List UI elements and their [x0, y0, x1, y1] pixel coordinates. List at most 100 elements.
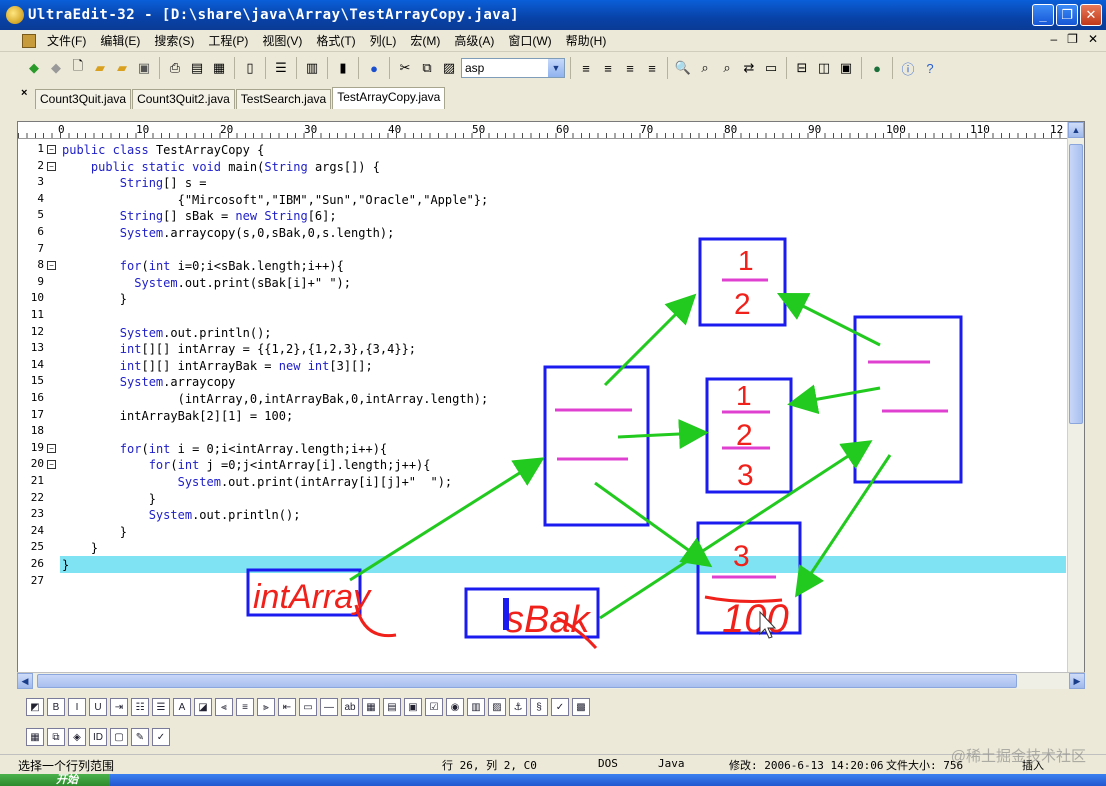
fold-toggle-icon[interactable]: − [47, 444, 56, 453]
save-icon[interactable]: ▣ [134, 58, 154, 78]
copy-format-icon[interactable]: ⧉ [47, 728, 65, 746]
mdi-minimize-button[interactable]: – [1050, 32, 1057, 46]
document-icon[interactable] [22, 33, 36, 48]
menu-help[interactable]: 帮助(H) [559, 32, 614, 49]
bullet-list-icon[interactable]: ☷ [131, 698, 149, 716]
find-in-files-icon[interactable]: ▭ [761, 58, 781, 78]
web-icon[interactable]: ● [867, 58, 887, 78]
preview-icon[interactable]: ▩ [572, 698, 590, 716]
align-right-icon[interactable]: ≡ [620, 58, 640, 78]
form-icon[interactable]: ▭ [299, 698, 317, 716]
textbox-icon[interactable]: ab [341, 698, 359, 716]
align-left-icon[interactable]: ≡ [576, 58, 596, 78]
checkbox-icon[interactable]: ☑ [425, 698, 443, 716]
editor-pane[interactable]: 0 10 20 30 40 50 60 70 80 90 100 110 12 … [17, 121, 1085, 689]
find-icon[interactable]: 🔍 [673, 58, 693, 78]
menu-file[interactable]: 文件(F) [40, 32, 93, 49]
outdent-icon[interactable]: ⇤ [278, 698, 296, 716]
menu-column[interactable]: 列(L) [363, 32, 404, 49]
split-vertical-icon[interactable]: ◫ [814, 58, 834, 78]
close-tab-icon[interactable]: × [21, 87, 27, 99]
fold-toggle-icon[interactable]: − [47, 162, 56, 171]
tab-testarraycopy[interactable]: TestArrayCopy.java [332, 87, 446, 109]
menu-window[interactable]: 窗口(W) [501, 32, 558, 49]
fold-toggle-icon[interactable]: − [47, 460, 56, 469]
column-mode-icon[interactable]: ◩ [26, 698, 44, 716]
info-icon[interactable]: ⓘ [898, 58, 918, 78]
new-file-icon[interactable]: 🗋 [68, 58, 88, 78]
vertical-scrollbar[interactable]: ▲ ▼ [1067, 122, 1084, 688]
help-icon[interactable]: ? [920, 58, 940, 78]
radio-icon[interactable]: ◉ [446, 698, 464, 716]
line-ending[interactable]: DOS [598, 757, 618, 773]
image-icon[interactable]: ▨ [488, 698, 506, 716]
copy-icon[interactable]: ⧉ [417, 58, 437, 78]
underline-icon[interactable]: U [89, 698, 107, 716]
justify-icon[interactable]: ≡ [642, 58, 662, 78]
id-icon[interactable]: ID [89, 728, 107, 746]
text-area-icon[interactable]: ▤ [383, 698, 401, 716]
mdi-close-button[interactable]: ✕ [1088, 32, 1098, 46]
align-left-icon[interactable]: ⫷ [215, 698, 233, 716]
grid-icon[interactable]: ▦ [26, 728, 44, 746]
align-center-icon[interactable]: ≡ [598, 58, 618, 78]
spell-check-icon[interactable]: ✓ [551, 698, 569, 716]
tab-count3quit2[interactable]: Count3Quit2.java [132, 89, 235, 109]
chevron-down-icon[interactable]: ▼ [548, 59, 564, 77]
restore-button[interactable]: ❐ [1056, 4, 1078, 26]
italic-icon[interactable]: I [68, 698, 86, 716]
special-char-icon[interactable]: § [530, 698, 548, 716]
page-setup-icon[interactable]: ▦ [209, 58, 229, 78]
validate-icon[interactable]: ✓ [152, 728, 170, 746]
menu-edit[interactable]: 编辑(E) [93, 32, 147, 49]
word-wrap-icon[interactable]: ☰ [271, 58, 291, 78]
align-center-icon[interactable]: ≡ [236, 698, 254, 716]
print-icon[interactable]: ⎙ [165, 58, 185, 78]
start-button[interactable]: 开始 [0, 774, 110, 786]
paste-icon[interactable]: ▨ [439, 58, 459, 78]
vertical-scroll-thumb[interactable] [1069, 144, 1083, 424]
list-box-icon[interactable]: ▥ [467, 698, 485, 716]
menu-format[interactable]: 格式(T) [309, 32, 362, 49]
split-horizontal-icon[interactable]: ⊟ [792, 58, 812, 78]
scroll-right-icon[interactable]: ▶ [1069, 673, 1085, 689]
book-icon[interactable]: ▮ [333, 58, 353, 78]
menu-advanced[interactable]: 高级(A) [447, 32, 501, 49]
line-number-gutter[interactable]: 1−2−3 4 5 6 7 8−9 10 11 12 13 14 15 16 17 18 19−20−21 22… [18, 140, 60, 688]
forward-icon[interactable]: ◆ [46, 58, 66, 78]
align-right-icon[interactable]: ⫸ [257, 698, 275, 716]
cut-icon[interactable]: ✂ [395, 58, 415, 78]
menu-project[interactable]: 工程(P) [201, 32, 255, 49]
anchor-icon[interactable]: ⚓ [509, 698, 527, 716]
replace-icon[interactable]: ⇄ [739, 58, 759, 78]
find-next-icon[interactable]: ⌕ [695, 58, 715, 78]
menu-search[interactable]: 搜索(S) [147, 32, 201, 49]
language-mode[interactable]: Java [658, 757, 685, 773]
hr-icon[interactable]: — [320, 698, 338, 716]
back-icon[interactable]: ◆ [24, 58, 44, 78]
tools-icon[interactable]: ✎ [131, 728, 149, 746]
numbered-list-icon[interactable]: ☰ [152, 698, 170, 716]
color-icon[interactable]: ◪ [194, 698, 212, 716]
hex-icon[interactable]: ▥ [302, 58, 322, 78]
horizontal-scroll-thumb[interactable] [37, 674, 1017, 688]
image-button-icon[interactable]: ▣ [404, 698, 422, 716]
tag-icon[interactable]: ◈ [68, 728, 86, 746]
menu-view[interactable]: 视图(V) [255, 32, 309, 49]
document-icon[interactable]: ▯ [240, 58, 260, 78]
globe-icon[interactable]: ● [364, 58, 384, 78]
open-icon[interactable]: ▰ [112, 58, 132, 78]
find-prev-icon[interactable]: ⌕ [717, 58, 737, 78]
print-preview-icon[interactable]: ▤ [187, 58, 207, 78]
syntax-select[interactable]: asp ▼ [461, 58, 565, 78]
minimize-button[interactable]: _ [1032, 4, 1054, 26]
fold-toggle-icon[interactable]: − [47, 145, 56, 154]
indent-icon[interactable]: ⇥ [110, 698, 128, 716]
scroll-up-icon[interactable]: ▲ [1068, 122, 1084, 138]
horizontal-scrollbar[interactable]: ◀ ▶ [17, 672, 1085, 689]
tab-testsearch[interactable]: TestSearch.java [235, 89, 332, 109]
mdi-restore-button[interactable]: ❐ [1067, 32, 1078, 46]
menu-macro[interactable]: 宏(M) [403, 32, 447, 49]
scroll-left-icon[interactable]: ◀ [17, 673, 33, 689]
comment-icon[interactable]: ▢ [110, 728, 128, 746]
